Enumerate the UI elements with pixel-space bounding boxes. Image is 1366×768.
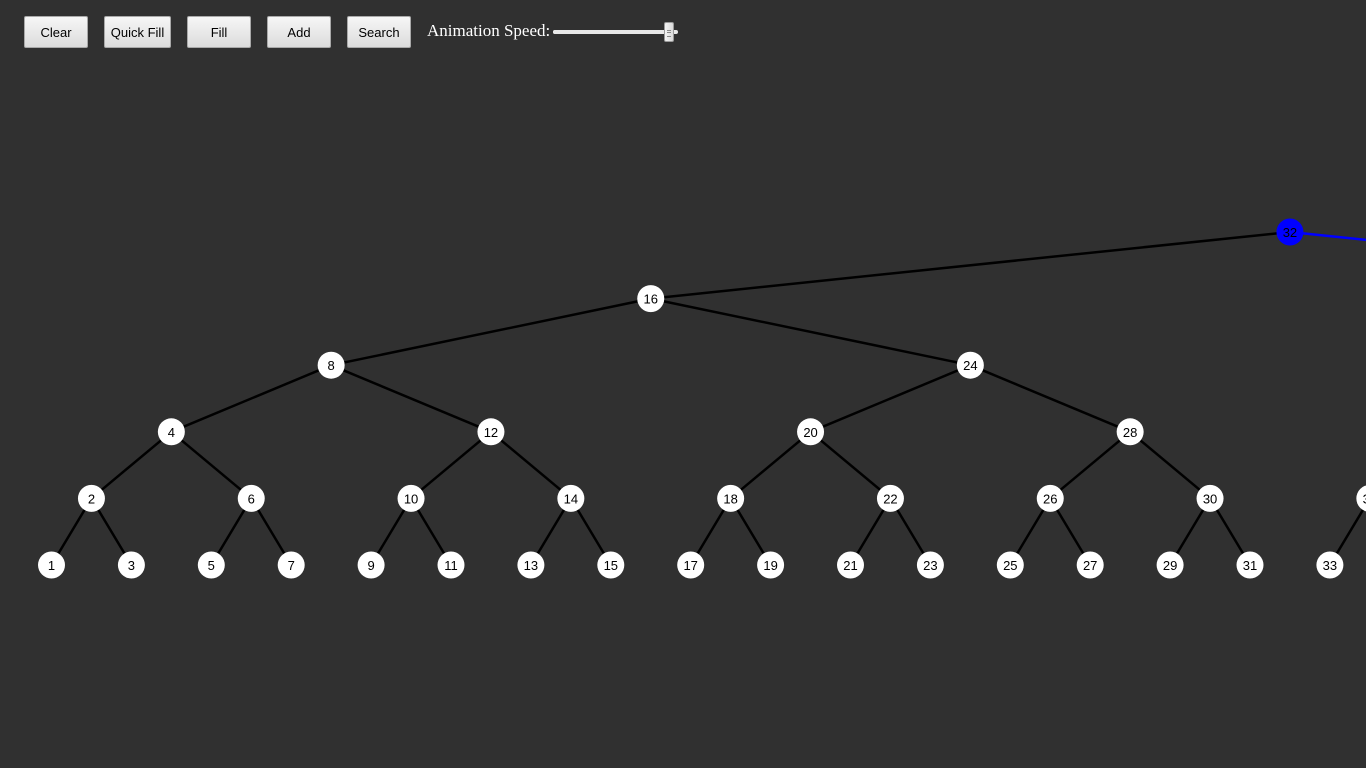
tree-node-label: 31 [1243,558,1257,573]
tree-node-label: 3 [128,558,135,573]
tree-node-label: 15 [604,558,618,573]
tree-node-11: 11 [437,551,465,579]
tree-node-13: 13 [517,551,545,579]
tree-edge-12-10 [410,430,492,500]
tree-node-label: 17 [683,558,697,573]
tree-node-label: 30 [1203,491,1217,506]
tree-node-27: 27 [1076,551,1104,579]
tree-node-label: 1 [48,558,55,573]
tree-node-label: 27 [1083,558,1097,573]
tree-node-label: 22 [883,491,897,506]
tree-node-label: 14 [564,491,578,506]
tree-node-24: 24 [956,351,984,379]
tree-node-label: 34 [1363,491,1366,506]
tree-node-label: 18 [723,491,737,506]
tree-node-8: 8 [317,351,345,379]
tree-node-4: 4 [157,418,185,446]
tree-node-label: 33 [1323,558,1337,573]
tree-node-1: 1 [38,551,65,579]
tree-node-label: 26 [1043,491,1057,506]
tree-node-15: 15 [597,551,625,579]
tree-node-14: 14 [557,484,585,512]
tree-node-6: 6 [237,484,265,512]
tree-node-label: 19 [763,558,777,573]
tree-node-21: 21 [837,551,864,579]
tree-node-32: 32 [1276,218,1304,246]
tree-edge-8-4 [170,364,332,433]
tree-edge-28-30 [1129,430,1211,500]
tree-node-17: 17 [677,551,705,579]
tree-edges [50,230,1366,566]
tree-node-label: 28 [1123,425,1137,440]
tree-node-label: 20 [803,425,817,440]
tree-edge-24-28 [969,364,1131,433]
tree-node-12: 12 [477,418,505,446]
tree-node-19: 19 [757,551,785,579]
tree-node-28: 28 [1116,418,1144,446]
tree-edge-4-2 [90,430,173,500]
tree-node-label: 5 [208,558,215,573]
tree-edge-8-12 [330,364,492,433]
tree-node-34: 34 [1356,485,1366,512]
tree-node-7: 7 [277,551,305,579]
tree-node-29: 29 [1156,551,1184,579]
tree-edge-32-48 [1289,230,1366,242]
tree-node-33: 33 [1316,551,1344,579]
tree-node-label: 16 [644,292,658,307]
tree-node-31: 31 [1236,551,1264,579]
tree-node-label: 8 [328,358,335,373]
tree-node-16: 16 [637,285,665,313]
binary-search-tree: 32168421 365 712109 111413 1524201817 192221 2… [38,218,1366,579]
tree-node-label: 13 [524,558,538,573]
tree-node-18: 18 [717,484,745,512]
tree-node-26: 26 [1036,484,1064,512]
tree-nodes: 32168421 365 712109 111413 1524201817 192221 2… [38,218,1366,579]
tree-node-10: 10 [397,484,425,512]
tree-node-label: 24 [963,358,977,373]
tree-edge-4-6 [170,430,253,500]
tree-node-30: 30 [1196,484,1224,512]
tree-edge-12-14 [490,430,572,500]
tree-node-label: 2 [88,491,95,506]
tree-edge-28-26 [1049,430,1131,500]
tree-node-2: 2 [77,484,105,512]
tree-node-label: 29 [1163,558,1177,573]
tree-node-label: 11 [444,558,458,573]
tree-edge-32-16 [650,230,1291,300]
tree-node-23: 23 [916,551,944,579]
tree-node-label: 32 [1283,225,1297,240]
tree-edge-20-22 [809,430,892,500]
tree-node-9: 9 [357,551,385,579]
tree-node-label: 12 [484,425,498,440]
tree-node-3: 3 [117,551,145,579]
tree-node-5: 5 [197,551,225,579]
tree-node-25: 25 [996,551,1024,579]
tree-node-20: 20 [797,418,825,446]
tree-edge-16-8 [330,297,652,367]
tree-node-label: 25 [1003,558,1017,573]
tree-node-label: 4 [168,425,175,440]
tree-edge-20-18 [729,430,812,500]
tree-edge-16-24 [650,297,971,367]
tree-node-label: 9 [367,558,374,573]
tree-node-label: 10 [404,491,418,506]
tree-node-label: 21 [843,558,857,573]
tree-edge-24-20 [810,364,971,433]
tree-node-label: 7 [288,558,295,573]
tree-node-label: 6 [248,491,255,506]
tree-node-22: 22 [876,484,904,512]
tree-node-label: 23 [923,558,937,573]
